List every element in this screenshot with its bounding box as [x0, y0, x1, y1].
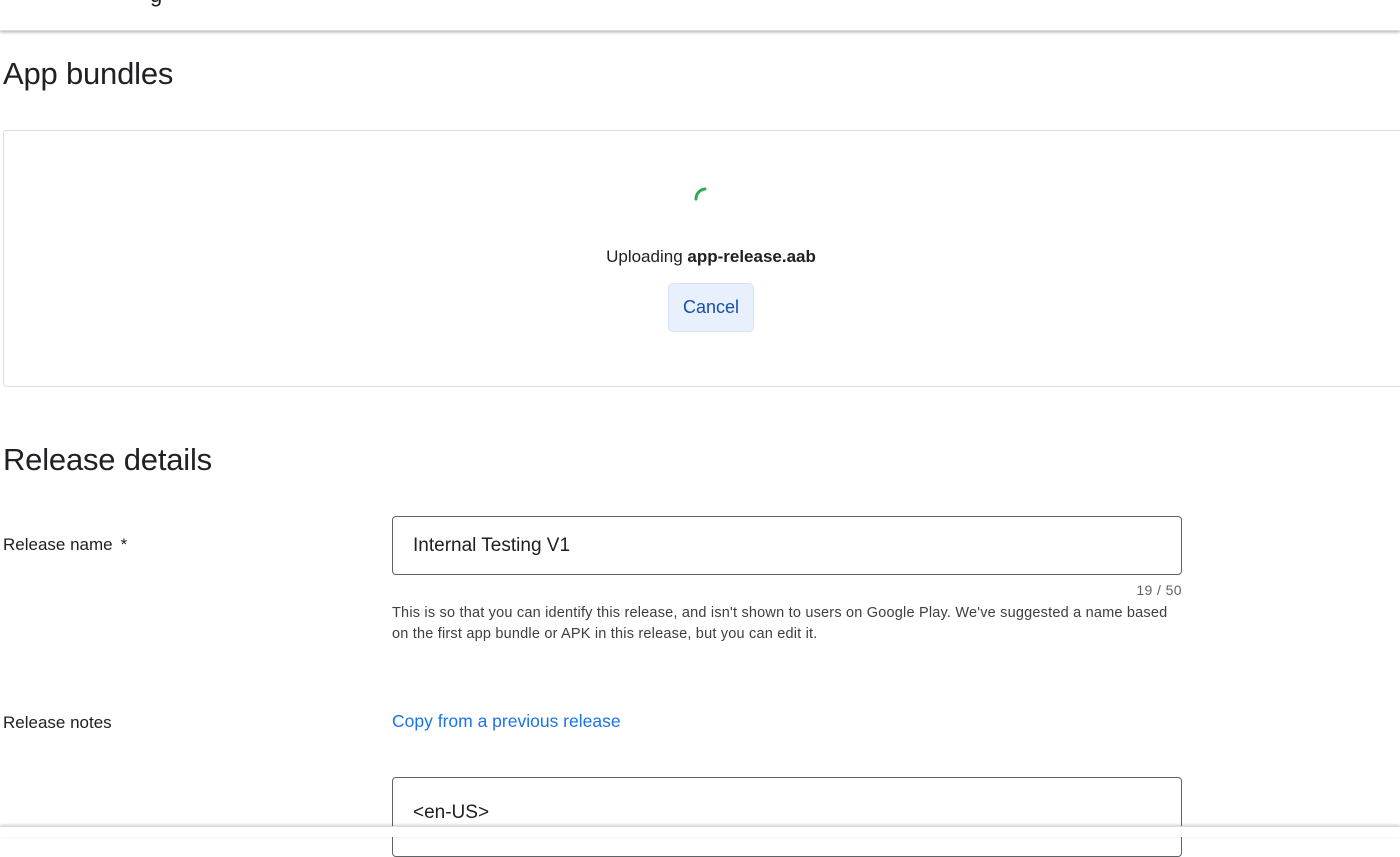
top-app-bar: g	[0, 0, 1400, 31]
release-details-heading: Release details	[3, 442, 212, 477]
upload-status-text: Uploading app-release.aab	[4, 247, 1400, 267]
release-notes-textarea[interactable]: <en-US>	[392, 777, 1182, 857]
top-bar-title: g	[150, 0, 162, 8]
release-notes-label: Release notes	[3, 713, 112, 732]
cancel-upload-button[interactable]: Cancel	[669, 284, 753, 331]
release-name-label-text: Release name	[3, 535, 113, 554]
release-notes-content: <en-US>	[413, 802, 490, 823]
required-marker: *	[120, 535, 128, 554]
app-bundle-upload-card: Uploading app-release.aab Cancel	[3, 130, 1400, 387]
upload-status-prefix: Uploading	[606, 247, 688, 266]
upload-file-name: app-release.aab	[687, 247, 816, 266]
release-name-helper-text: This is so that you can identify this re…	[392, 605, 1168, 642]
copy-from-previous-release-link[interactable]: Copy from a previous release	[392, 711, 621, 732]
app-bundles-heading: App bundles	[3, 56, 174, 91]
loading-spinner-icon	[694, 187, 707, 201]
release-name-input[interactable]	[392, 516, 1182, 575]
bottom-bar	[0, 826, 1400, 837]
release-name-char-counter: 19 / 50	[1136, 582, 1182, 598]
release-name-label: Release name *	[3, 535, 127, 555]
